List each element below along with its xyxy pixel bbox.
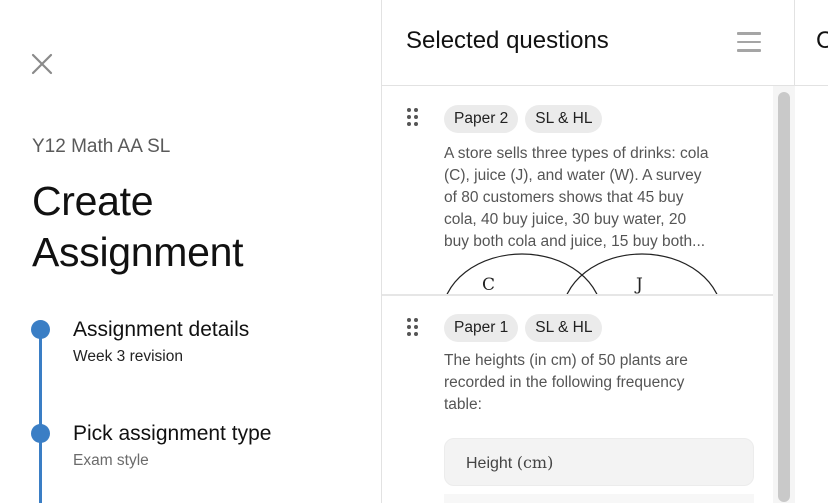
level-tag: SL & HL <box>525 105 603 133</box>
frequency-table-row <box>444 494 754 503</box>
scrollbar-thumb[interactable] <box>778 92 790 502</box>
close-button[interactable] <box>30 52 54 76</box>
course-name: Y12 Math AA SL <box>32 136 171 157</box>
question-text-line: of 80 customers shows that 45 buy <box>444 189 684 206</box>
question-text-line: cola, 40 buy juice, 30 buy water, 20 <box>444 211 687 228</box>
table-header-cell: Height (cm) <box>466 453 553 473</box>
question-text: A store sells three types of drinks: col… <box>444 143 762 253</box>
question-tags: Paper 2 SL & HL <box>444 105 603 133</box>
drag-handle-icon[interactable] <box>407 318 419 338</box>
question-tags: Paper 1 SL & HL <box>444 314 603 342</box>
question-bank-panel: C <box>795 0 828 503</box>
selected-questions-panel: Selected questions Paper 2 SL & HL A sto… <box>381 0 795 503</box>
step-2-dot <box>31 424 50 443</box>
hamburger-menu-icon[interactable] <box>737 32 761 52</box>
step-title: Assignment details <box>73 318 250 341</box>
venn-label-j: J <box>634 275 643 295</box>
step-subtitle: Exam style <box>73 452 149 469</box>
page-title-line-2: Assignment <box>32 229 244 275</box>
question-text-line: (C), juice (J), and water (W). A survey <box>444 167 702 184</box>
frequency-table-header: Height (cm) <box>444 438 754 486</box>
question-card[interactable]: Paper 2 SL & HL A store sells three type… <box>382 86 773 296</box>
page-title-line-1: Create <box>32 178 154 224</box>
question-text-line: The heights (in cm) of 50 plants are <box>444 352 688 369</box>
drag-handle-icon[interactable] <box>407 108 419 128</box>
question-text-line: A store sells three types of drinks: col… <box>444 145 709 162</box>
panel-title: Selected questions <box>406 27 609 54</box>
question-text-line: table: <box>444 396 482 413</box>
page-title: Create Assignment <box>32 176 372 278</box>
step-title: Pick assignment type <box>73 422 272 445</box>
step-assignment-details[interactable]: Assignment details Week 3 revision <box>73 318 249 366</box>
paper-tag: Paper 2 <box>444 105 519 133</box>
table-header-unit: (cm) <box>516 453 554 472</box>
question-text: The heights (in cm) of 50 plants are rec… <box>444 350 762 416</box>
panel-header: Selected questions <box>382 0 794 86</box>
close-icon <box>31 53 53 75</box>
panel-header: C <box>795 0 828 86</box>
venn-label-c: C <box>482 275 495 295</box>
progress-timeline <box>39 330 42 503</box>
question-card[interactable]: Paper 1 SL & HL The heights (in cm) of 5… <box>382 298 773 503</box>
venn-diagram: C J <box>446 253 718 295</box>
step-subtitle: Week 3 revision <box>73 348 183 365</box>
paper-tag: Paper 1 <box>444 314 519 342</box>
level-tag: SL & HL <box>525 314 603 342</box>
step-1-dot <box>31 320 50 339</box>
table-header-label: Height <box>466 455 513 472</box>
assignment-sidebar: Y12 Math AA SL Create Assignment Assignm… <box>0 0 381 503</box>
question-text-line: recorded in the following frequency <box>444 374 685 391</box>
panel-title: C <box>816 27 828 55</box>
step-pick-assignment-type[interactable]: Pick assignment type Exam style <box>73 422 271 470</box>
